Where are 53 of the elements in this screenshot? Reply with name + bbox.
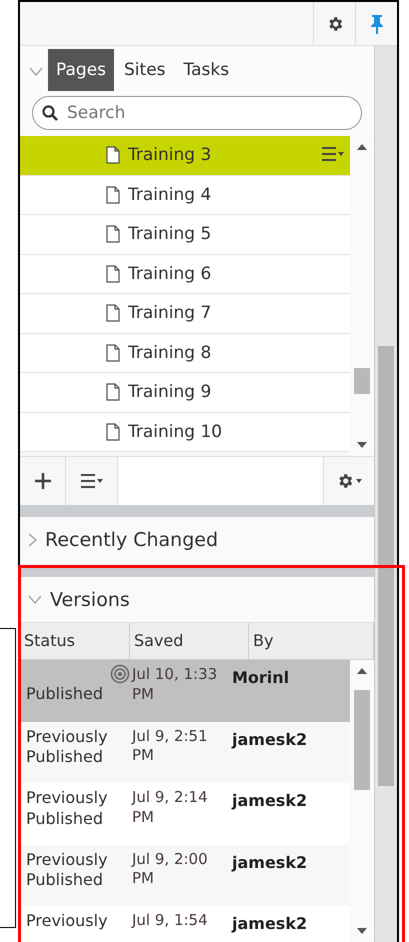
saved-date: Jul 9, 2:51 PM (130, 726, 209, 766)
saved-date: Jul 10, 1:33 PM (130, 664, 218, 704)
status-text: Previously Published (25, 850, 109, 892)
scroll-up-icon[interactable] (357, 144, 367, 150)
chevron-down-icon (29, 66, 43, 76)
author-name: jamesk2 (230, 790, 308, 812)
author-name: jamesk2 (230, 913, 308, 935)
tree-item[interactable]: Training 5 (20, 215, 350, 254)
scrollbar-thumb[interactable] (354, 368, 370, 394)
context-menu-icon (322, 147, 344, 161)
version-row[interactable]: Previously Jul 9, 1:54 jamesk2 (20, 906, 350, 942)
chevron-down-icon (28, 595, 42, 604)
tree-item[interactable]: Training 9 (20, 373, 350, 412)
scroll-down-icon[interactable] (357, 442, 367, 448)
page-icon (106, 264, 120, 283)
tree-item[interactable]: Training 10 (20, 412, 350, 452)
version-row[interactable]: Published Jul 10, 1:33 PM Morinl (20, 660, 350, 722)
tab[interactable]: Tasks (176, 49, 238, 91)
caret-icon (356, 479, 362, 483)
status-text: Previously (25, 911, 109, 932)
page-icon (106, 146, 120, 164)
chevron-right-icon (28, 532, 37, 546)
tree-item[interactable]: Training 7 (20, 294, 350, 334)
search-field[interactable]: Search (32, 96, 362, 130)
pin-icon (370, 14, 384, 34)
tree-item[interactable]: Training 3 (20, 136, 350, 176)
page-icon (106, 225, 120, 244)
scroll-up-icon[interactable] (357, 668, 367, 674)
plus-icon (34, 472, 52, 490)
tree-item[interactable]: Training 4 (20, 176, 350, 215)
status-text: Published (25, 684, 104, 705)
page-icon (106, 186, 120, 204)
status-text: Previously Published (25, 788, 109, 830)
version-row[interactable]: Previously Published Jul 9, 2:14 PM jamesk2 (20, 783, 350, 844)
saved-date: Jul 9, 1:54 (130, 910, 209, 931)
status-text: Previously Published (25, 726, 109, 768)
page-icon (106, 422, 120, 441)
author-name: Morinl (231, 667, 290, 689)
scrollbar-thumb[interactable] (378, 346, 394, 786)
saved-date: Jul 9, 2:00 PM (130, 848, 209, 889)
scroll-down-icon[interactable] (357, 928, 367, 934)
tree-item[interactable]: Training 6 (20, 254, 350, 294)
author-name: jamesk2 (230, 728, 308, 750)
saved-date: Jul 9, 2:14 PM (130, 787, 209, 828)
scrollbar-thumb[interactable] (354, 690, 370, 790)
author-name: jamesk2 (230, 852, 308, 874)
tree-item[interactable]: Training 8 (20, 334, 350, 373)
page-icon (106, 304, 120, 322)
list-menu-icon (80, 474, 102, 488)
tab[interactable]: Pages (48, 49, 114, 91)
tab[interactable]: Sites (116, 49, 174, 91)
page-icon (106, 383, 120, 402)
page-icon (106, 344, 120, 362)
